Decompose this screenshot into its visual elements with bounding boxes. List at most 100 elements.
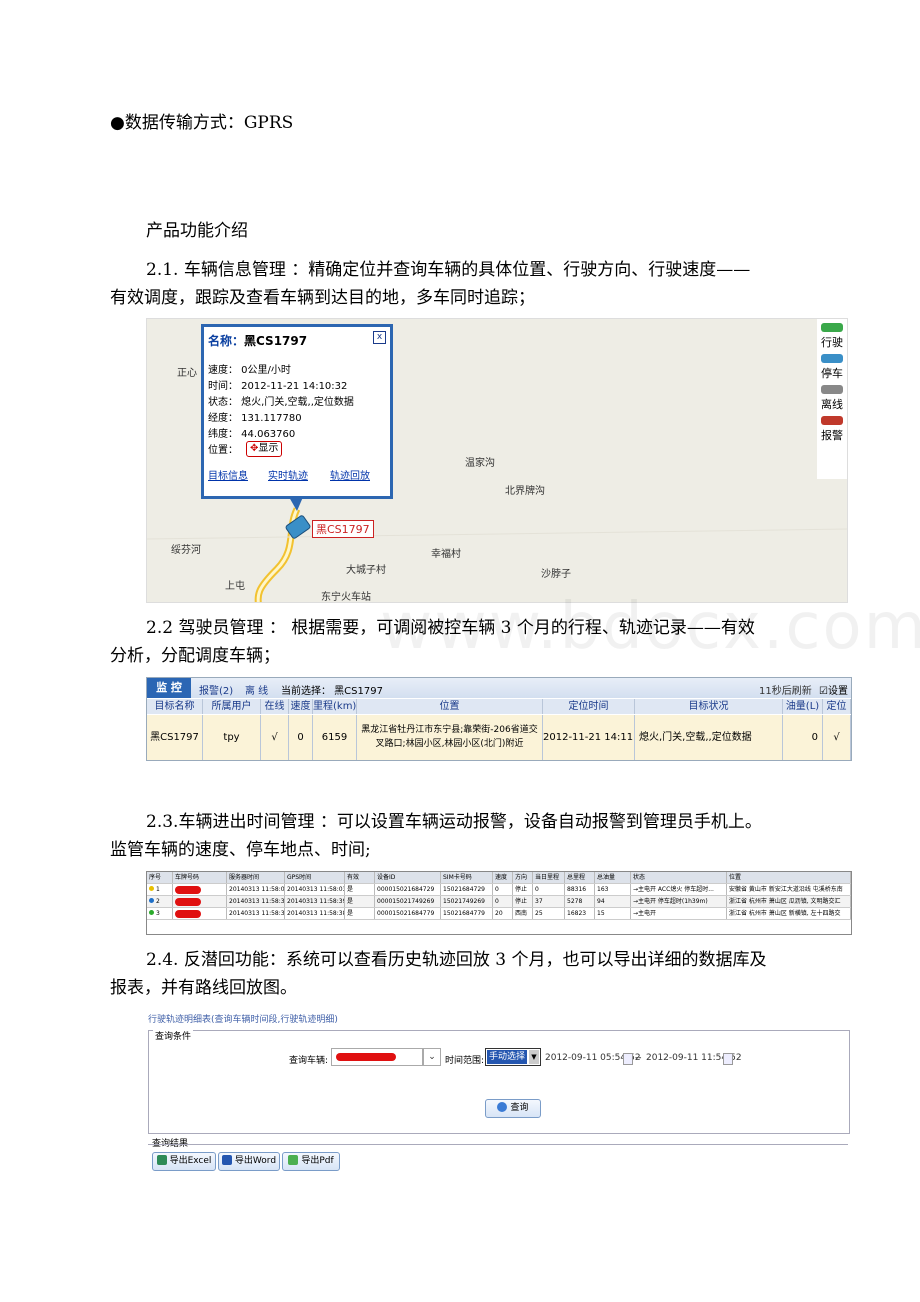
- calendar-icon[interactable]: [723, 1053, 733, 1065]
- col-header: 当日里程: [533, 872, 565, 883]
- records-header: 序号 车牌号码 服务器时间 GPS时间 有效 设备ID SIM卡号码 速度 方向…: [147, 872, 851, 884]
- p24-line1: 2.4. 反潜回功能：系统可以查看历史轨迹回放 3 个月，也可以导出详细的数据库…: [146, 950, 767, 970]
- export-pdf-button[interactable]: 导出Pdf: [282, 1152, 340, 1171]
- col-header[interactable]: 目标名称: [147, 699, 203, 714]
- cell-fuel: 0: [783, 715, 823, 760]
- export-word-button[interactable]: 导出Word: [218, 1152, 280, 1171]
- col-header[interactable]: 位置: [357, 699, 543, 714]
- cell-speed: 0: [289, 715, 313, 760]
- track-query-panel: 行驶轨迹明细表(查询车辆时间段,行驶轨迹明细) 查询条件 查询车辆: ⌄ 时间范…: [146, 1012, 850, 1177]
- car-label[interactable]: 黑CS1797: [312, 520, 374, 538]
- cell: 000015021684779: [375, 908, 441, 919]
- cell: 20140313 11:58:39: [229, 896, 285, 907]
- cell: 15021684729: [441, 884, 493, 895]
- p23-line1: 2.3.车辆进出时间管理 ：可以设置车辆运动报警，设备自动报警到管理员手机上。: [146, 812, 762, 832]
- redaction-mark: [336, 1053, 396, 1061]
- cell-user: tpy: [203, 715, 261, 760]
- cell-index: 2: [147, 896, 173, 907]
- close-icon[interactable]: x: [373, 331, 386, 344]
- search-icon: [497, 1102, 508, 1112]
- tab-alarm[interactable]: 报警(2): [199, 682, 233, 697]
- show-location-button[interactable]: ✥显示: [246, 441, 283, 457]
- redaction-mark: [175, 898, 201, 906]
- vehicle-dropdown-button[interactable]: ⌄: [423, 1048, 441, 1066]
- cell: 20140313 11:58:03: [287, 884, 345, 895]
- legend-running: 行驶: [821, 336, 843, 349]
- col-header[interactable]: 在线: [261, 699, 289, 714]
- cell: 浙江省 杭州市 萧山区 新横镇, 左十四路交: [727, 908, 851, 919]
- cell: 0: [493, 884, 513, 895]
- range-select[interactable]: 手动选择 ▼: [485, 1048, 541, 1066]
- col-header[interactable]: 油量(L): [783, 699, 823, 714]
- col-header: GPS时间: [285, 872, 345, 883]
- cell: 000015021684729: [375, 884, 441, 895]
- vehicle-input[interactable]: [331, 1048, 423, 1066]
- col-header: 位置: [727, 872, 851, 883]
- cell-index: 1: [147, 884, 173, 895]
- cell-time: 2012-11-21 14:11:32: [543, 715, 635, 760]
- cell: 25: [533, 908, 565, 919]
- table-row[interactable]: 黑CS1797 tpy √ 0 6159 黑龙江省牡丹江市东宁县;靠荣街-206…: [147, 715, 851, 760]
- col-header: SIM卡号码: [441, 872, 493, 883]
- results-label: 查询结果: [152, 1139, 189, 1149]
- col-header[interactable]: 速度: [289, 699, 313, 714]
- tab-monitor[interactable]: 监 控: [147, 678, 191, 698]
- cell-status: 熄火,门关,空载,,定位数据: [635, 715, 783, 760]
- calendar-icon[interactable]: [623, 1053, 633, 1065]
- cell: 20140313 11:58:38: [287, 908, 345, 919]
- cell: 16823: [565, 908, 595, 919]
- cell: 20: [493, 908, 513, 919]
- panel-title: 行驶轨迹明细表(查询车辆时间段,行驶轨迹明细): [148, 1015, 338, 1025]
- link-track-playback[interactable]: 轨迹回放: [330, 467, 370, 482]
- search-button[interactable]: 查询: [485, 1099, 541, 1118]
- place-9: 东宁火车站: [321, 592, 371, 603]
- cell-located: √: [823, 715, 851, 760]
- cell: 20140313 11:58:03: [229, 884, 285, 895]
- popup-title: 名称：黑CS1797: [208, 334, 308, 348]
- col-header[interactable]: 所属用户: [203, 699, 261, 714]
- cell-plate: [173, 908, 227, 919]
- chevron-down-icon: ▼: [529, 1050, 539, 1064]
- cell: 20140313 11:58:39: [287, 896, 345, 907]
- export-excel-button[interactable]: 导出Excel: [152, 1152, 216, 1171]
- cell-location: 黑龙江省牡丹江市东宁县;靠荣街-206省道交叉路口;林园小区,林园小区(北门)附…: [357, 715, 543, 760]
- col-header[interactable]: 目标状况: [635, 699, 783, 714]
- col-header: 车牌号码: [173, 872, 227, 883]
- popup-lng: 经度： 131.117780: [208, 413, 302, 424]
- cell-index: 3: [147, 908, 173, 919]
- cell: 37: [533, 896, 565, 907]
- table-row[interactable]: 3 20140313 11:58:37 20140313 11:58:38 是 …: [147, 908, 851, 920]
- cell-online: √: [261, 715, 289, 760]
- place-2: 温家沟: [465, 458, 495, 469]
- col-header: 状态: [631, 872, 727, 883]
- cell: 西南: [513, 908, 533, 919]
- settings-icon: ☑: [819, 686, 828, 697]
- records-table: 序号 车牌号码 服务器时间 GPS时间 有效 设备ID SIM卡号码 速度 方向…: [146, 871, 852, 935]
- table-row[interactable]: 2 20140313 11:58:39 20140313 11:58:39 是 …: [147, 896, 851, 908]
- col-header: 方向: [513, 872, 533, 883]
- redaction-mark: [175, 886, 201, 894]
- popup-speed: 速度： 0公里/小时: [208, 365, 291, 376]
- cell: 5278: [565, 896, 595, 907]
- col-header[interactable]: 里程(km): [313, 699, 357, 714]
- col-header[interactable]: 定位: [823, 699, 851, 714]
- cell: 0: [493, 896, 513, 907]
- alarm-car-icon: [821, 416, 843, 425]
- conditions-label: 查询条件: [153, 1029, 194, 1042]
- popup-status: 状态： 熄火,门关,空载,,定位数据: [208, 397, 354, 408]
- refresh-countdown: 11秒后刷新: [759, 686, 812, 697]
- table-header: 目标名称 所属用户 在线 速度 里程(km) 位置 定位时间 目标状况 油量(L…: [147, 699, 851, 714]
- popup-time: 时间： 2012-11-21 14:10:32: [208, 381, 348, 392]
- link-target-info[interactable]: 目标信息: [208, 467, 248, 482]
- link-realtime-track[interactable]: 实时轨迹: [268, 467, 308, 482]
- table-row[interactable]: 1 20140313 11:58:03 20140313 11:58:03 是 …: [147, 884, 851, 896]
- p23-line2: 监管车辆的速度、停车地点、时间;: [110, 840, 371, 860]
- tab-offline[interactable]: 离 线: [245, 682, 268, 697]
- cell-plate: [173, 884, 227, 895]
- excel-icon: [156, 1155, 167, 1165]
- settings-button[interactable]: ☑设置: [819, 682, 848, 697]
- col-header[interactable]: 定位时间: [543, 699, 635, 714]
- cell: →主电开 ACC熄火 停车超时...: [631, 884, 727, 895]
- place-4: 绥芬河: [171, 545, 201, 556]
- cell: 浙江省 杭州市 萧山区 瓜沥镇, 文明路交汇: [727, 896, 851, 907]
